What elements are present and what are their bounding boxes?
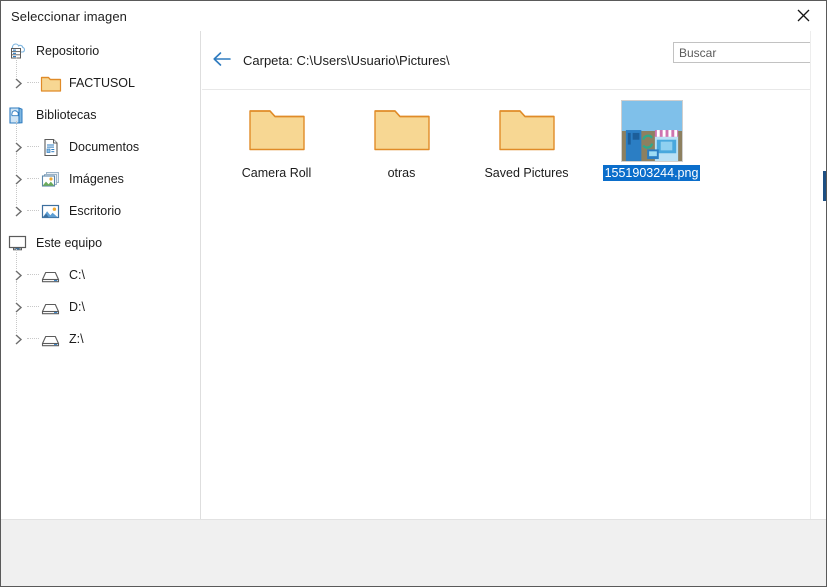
sidebar-item-bibliotecas[interactable]: Bibliotecas: [1, 99, 200, 131]
sidebar-item-label: Escritorio: [69, 204, 122, 218]
folder-icon: [247, 104, 307, 159]
tree-guide-line: [16, 153, 18, 173]
file-name: otras: [387, 166, 416, 180]
sidebar-item-label: Z:\: [69, 332, 84, 346]
file-name: Saved Pictures: [484, 166, 569, 180]
close-icon: [797, 9, 810, 22]
folder-icon: [497, 104, 557, 159]
tree-guide-dots: [27, 274, 39, 276]
chevron-right-icon[interactable]: [9, 333, 27, 345]
file-name: 1551903244.png: [602, 165, 701, 181]
title-bar: Seleccionar imagen: [1, 1, 826, 31]
sidebar-item-escritorio[interactable]: Escritorio: [1, 185, 200, 227]
sidebar-item-label: FACTUSOL: [69, 76, 135, 90]
cloud-server-icon: [7, 40, 29, 62]
chevron-right-icon[interactable]: [9, 205, 27, 217]
tree-guide-dots: [27, 306, 39, 308]
select-image-dialog: Seleccionar imagen Repositorio FACTUSOL …: [0, 0, 827, 587]
folder-icon: [40, 72, 62, 94]
sidebar-item-factusol[interactable]: FACTUSOL: [1, 57, 200, 99]
chevron-right-icon[interactable]: [9, 77, 27, 89]
sidebar-item-drive-z[interactable]: Z:\: [1, 313, 200, 355]
sidebar-item-label: Bibliotecas: [36, 108, 97, 122]
chevron-right-icon[interactable]: [9, 173, 27, 185]
sidebar: Repositorio FACTUSOL Bibliotecas Documen…: [1, 31, 201, 520]
tree-guide-line: [16, 185, 18, 205]
chevron-right-icon[interactable]: [9, 141, 27, 153]
image-preview-thumbnail: [620, 100, 683, 162]
file-thumbnail: [372, 100, 432, 162]
sidebar-item-label: Repositorio: [36, 44, 100, 58]
back-arrow-icon: [212, 51, 232, 70]
tree-guide-dots: [27, 146, 39, 148]
sidebar-item-drive-c[interactable]: C:\: [1, 249, 200, 291]
drive-icon: [40, 264, 62, 286]
tree-guide-dots: [27, 82, 39, 84]
document-icon: [40, 136, 62, 158]
tree-guide-line: [16, 57, 18, 77]
close-button[interactable]: [781, 1, 826, 30]
file-item-folder[interactable]: Camera Roll: [214, 100, 339, 190]
file-item-folder[interactable]: Saved Pictures: [464, 100, 589, 190]
sidebar-item-label: C:\: [69, 268, 85, 282]
file-thumbnail: [497, 100, 557, 162]
tree-guide-dots: [27, 210, 39, 212]
sidebar-item-drive-d[interactable]: D:\: [1, 281, 200, 323]
sidebar-item-documentos[interactable]: Documentos: [1, 121, 200, 163]
file-item-image[interactable]: 1551903244.png: [589, 100, 714, 190]
sidebar-item-label: Imágenes: [69, 172, 124, 186]
chevron-right-icon[interactable]: [9, 269, 27, 281]
sidebar-item-label: D:\: [69, 300, 85, 314]
folder-tree: Repositorio FACTUSOL Bibliotecas Documen…: [1, 31, 200, 355]
current-folder-path: Carpeta: C:\Users\Usuario\Pictures\: [243, 52, 450, 68]
dialog-footer: Fichero: Cargar archivos de: Seleccionar…: [1, 519, 826, 586]
drive-icon: [40, 328, 62, 350]
sidebar-item-label: Este equipo: [36, 236, 103, 250]
file-grid: Camera Roll otras Saved Pictures 1551903…: [202, 90, 826, 190]
sidebar-item-imagenes[interactable]: Imágenes: [1, 153, 200, 195]
tree-guide-dots: [27, 178, 39, 180]
tree-guide-dots: [27, 338, 39, 340]
file-name: Camera Roll: [241, 166, 312, 180]
scrollbar-thumb[interactable]: [823, 171, 826, 201]
folder-icon: [372, 104, 432, 159]
pictures-icon: [40, 168, 62, 190]
file-browser-panel: Carpeta: C:\Users\Usuario\Pictures\ Came…: [202, 31, 826, 520]
file-item-folder[interactable]: otras: [339, 100, 464, 190]
file-thumbnail: [247, 100, 307, 162]
window-title: Seleccionar imagen: [11, 8, 127, 24]
main-vertical-scrollbar[interactable]: [810, 31, 826, 520]
drive-icon: [40, 296, 62, 318]
libraries-icon: [7, 104, 29, 126]
sidebar-item-label: Documentos: [69, 140, 140, 154]
back-button[interactable]: [211, 49, 233, 71]
chevron-right-icon[interactable]: [9, 301, 27, 313]
sidebar-item-este-equipo[interactable]: Este equipo: [1, 227, 200, 259]
path-bar: Carpeta: C:\Users\Usuario\Pictures\: [202, 31, 826, 90]
tree-guide-line: [16, 313, 18, 333]
computer-icon: [7, 232, 29, 254]
tree-guide-line: [16, 249, 18, 269]
sidebar-item-repositorio[interactable]: Repositorio: [1, 35, 200, 67]
search-input[interactable]: [673, 42, 813, 63]
file-thumbnail: [620, 100, 683, 162]
tree-guide-line: [16, 121, 18, 141]
tree-guide-line: [16, 281, 18, 301]
desktop-pictures-icon: [40, 200, 62, 222]
